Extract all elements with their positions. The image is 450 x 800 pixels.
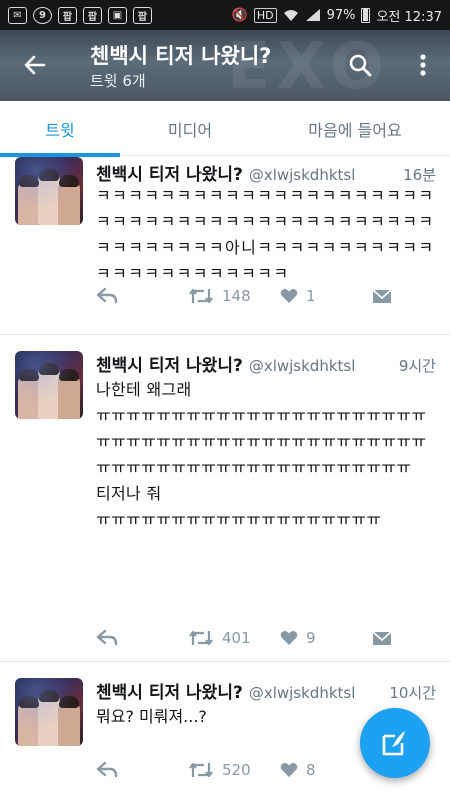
reply-icon [96,287,118,304]
author-name[interactable]: 첸백시 티저 나왔니? [96,678,243,703]
avatar[interactable] [15,351,83,419]
tweet-actions: 520 8 [96,760,396,780]
timeline[interactable]: 첸백시 티저 나왔니? @xlwjskdhktsl 16분 ㅋㅋㅋㅋㅋㅋㅋㅋㅋㅋ… [0,157,450,800]
tab-likes[interactable]: 마음에 들어요 [260,101,450,156]
tweet-time[interactable]: 16분 [397,164,436,185]
heart-icon [280,631,298,645]
app-badge-9: 9 [33,6,52,24]
search-icon [349,54,372,77]
heart-icon [280,763,298,777]
direct-message-button[interactable] [372,288,392,304]
reply-button[interactable] [96,287,188,305]
tweet-time[interactable]: 9시간 [393,355,436,376]
gallery-icon: ▣ [108,6,127,24]
message-envelope-icon [372,289,392,303]
like-button[interactable]: 9 [280,629,372,647]
tweet[interactable]: 첸백시 티저 나왔니? @xlwjskdhktsl 9시간 나한테 왜그래 ㅠㅠ… [0,335,450,662]
tweet-actions: 148 1 [96,286,396,306]
author-name[interactable]: 첸백시 티저 나왔니? [96,351,243,376]
mute-icon: 🔇 [231,7,248,23]
author-name[interactable]: 첸백시 티저 나왔니? [96,160,243,185]
like-count: 1 [306,287,316,305]
app-badge-pop-3: 팝 [133,6,152,24]
signal-icon [305,9,320,21]
battery-percent: 97% [326,7,356,23]
back-button[interactable] [18,48,52,82]
tweet-count: 트윗 6개 [90,72,146,90]
author-handle[interactable]: @xlwjskdhktsl [249,166,356,184]
app-badge-pop-1: 팝 [58,6,77,24]
wifi-icon [283,10,298,21]
compose-tweet-icon [382,731,405,756]
battery-icon [361,7,371,23]
retweet-icon [189,288,213,304]
tab-tweets[interactable]: 트윗 [0,101,120,156]
retweet-button[interactable]: 520 [188,761,280,779]
avatar[interactable] [15,678,83,746]
author-handle[interactable]: @xlwjskdhktsl [249,357,356,375]
profile-header: EXO 첸백시 티저 나왔니? 트윗 6개 [0,30,450,101]
retweet-count: 520 [222,761,251,779]
tweet[interactable]: 첸백시 티저 나왔니? @xlwjskdhktsl 16분 ㅋㅋㅋㅋㅋㅋㅋㅋㅋㅋ… [0,157,450,335]
tab-media[interactable]: 미디어 [120,101,260,156]
direct-message-button[interactable] [372,630,392,646]
retweet-count: 148 [222,287,251,305]
reply-button[interactable] [96,629,188,647]
reply-icon [96,629,118,646]
more-vertical-icon [420,54,426,76]
search-button[interactable] [345,50,375,80]
tweet-header: 첸백시 티저 나왔니? @xlwjskdhktsl 16분 [96,160,436,185]
hd-voice-icon: HD [253,7,277,23]
message-icon: ✉ [8,6,27,24]
compose-tweet-button[interactable] [360,708,430,778]
retweet-button[interactable]: 401 [188,629,280,647]
reply-icon [96,761,118,778]
profile-tabs: 트윗 미디어 마음에 들어요 [0,101,450,156]
status-bar: ✉ 9 팝 팝 ▣ 팝 🔇 HD 97% 오전 12:37 [0,0,450,30]
page-title: 첸백시 티저 나왔니? [90,44,272,68]
like-button[interactable]: 1 [280,287,372,305]
author-handle[interactable]: @xlwjskdhktsl [249,684,356,702]
heart-icon [280,289,298,303]
like-button[interactable]: 8 [280,761,372,779]
tweet-header: 첸백시 티저 나왔니? @xlwjskdhktsl 9시간 [96,351,436,376]
retweet-icon [189,630,213,646]
tweet-header: 첸백시 티저 나왔니? @xlwjskdhktsl 10시간 [96,678,436,703]
reply-button[interactable] [96,761,188,779]
back-arrow-icon [24,55,46,75]
retweet-count: 401 [222,629,251,647]
avatar[interactable] [15,157,83,225]
tweet-text: ㅋㅋㅋㅋㅋㅋㅋㅋㅋㅋㅋㅋㅋㅋㅋㅋㅋㅋㅋㅋㅋㅋㅋㅋㅋㅋㅋㅋㅋㅋㅋㅋㅋㅋㅋㅋㅋㅋㅋㅋ… [96,186,435,283]
retweet-button[interactable]: 148 [188,287,280,305]
message-envelope-icon [372,631,392,645]
retweet-icon [189,762,213,778]
tweet-actions: 401 9 [96,628,396,648]
more-options-button[interactable] [408,48,438,82]
like-count: 8 [306,761,316,779]
app-badge-pop-2: 팝 [83,6,102,24]
clock: 오전 12:37 [376,9,442,25]
tweet-time[interactable]: 10시간 [383,682,436,703]
tweet-text: 나한테 왜그래 ㅠㅠㅠㅠㅠㅠㅠㅠㅠㅠㅠㅠㅠㅠㅠㅠㅠㅠㅠㅠㅠㅠㅠㅠㅠㅠㅠㅠㅠㅠㅠㅠ… [96,380,427,529]
like-count: 9 [306,629,316,647]
